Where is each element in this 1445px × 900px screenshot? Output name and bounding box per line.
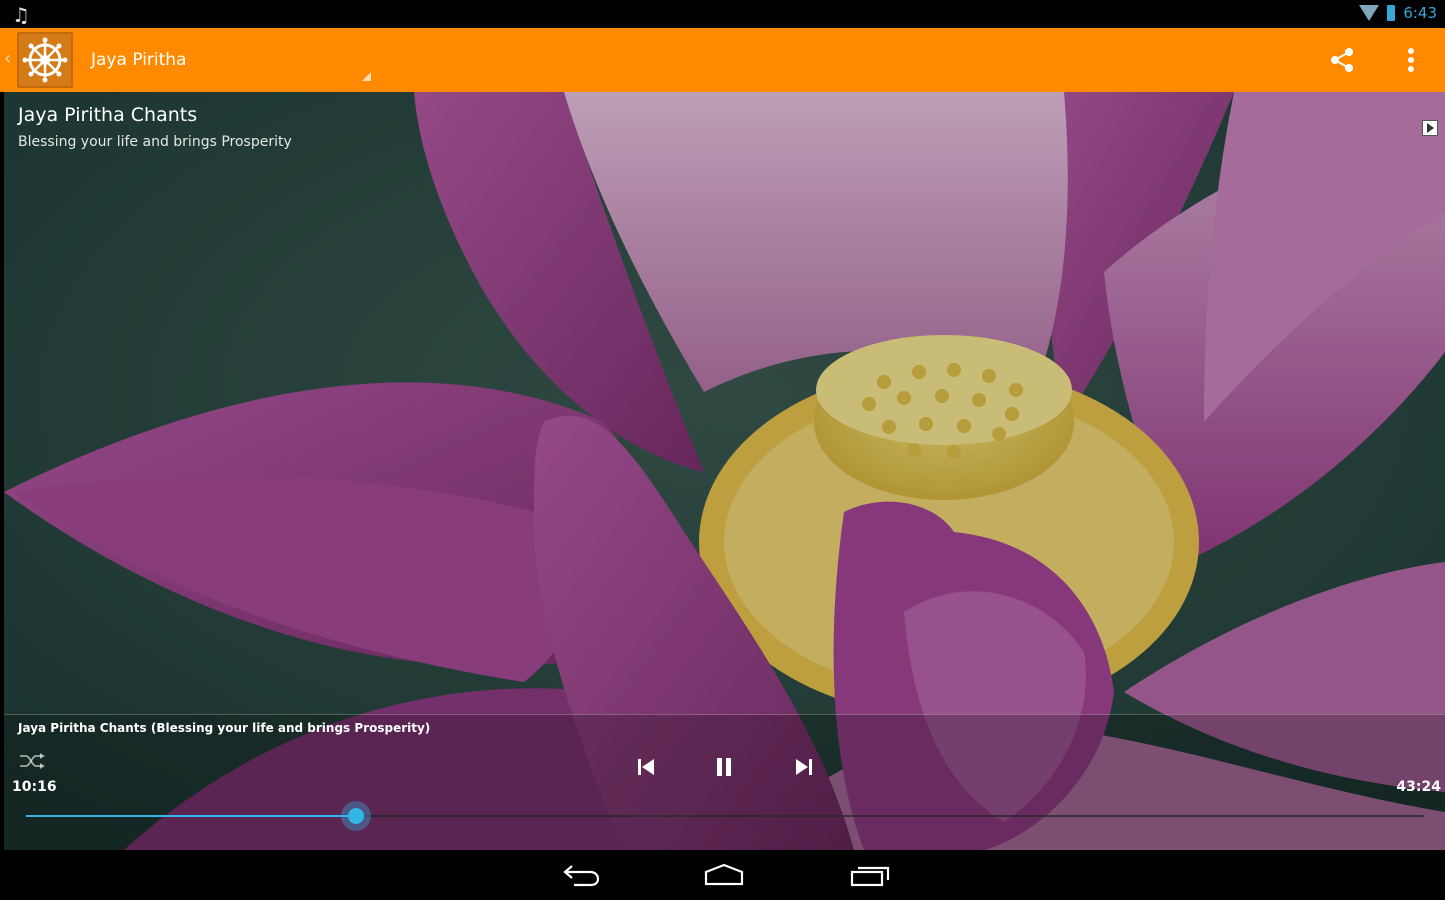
overflow-menu-icon[interactable] bbox=[1398, 44, 1424, 76]
action-bar: ‹ Jaya Piritha bbox=[0, 28, 1445, 92]
seek-thumb[interactable] bbox=[340, 801, 371, 831]
share-icon[interactable] bbox=[1326, 44, 1358, 76]
battery-icon bbox=[1387, 5, 1396, 21]
seek-progress bbox=[26, 815, 356, 817]
home-icon[interactable] bbox=[700, 860, 748, 890]
music-note-icon: ♫ bbox=[12, 3, 30, 27]
wifi-icon bbox=[1359, 5, 1380, 21]
status-bar: ♫ 6:43 bbox=[0, 0, 1445, 28]
back-icon[interactable] bbox=[556, 860, 604, 890]
seek-bar[interactable] bbox=[26, 801, 1424, 831]
up-caret-icon[interactable]: ‹ bbox=[4, 48, 11, 69]
track-subtitle: Blessing your life and brings Prosperity bbox=[18, 134, 292, 150]
track-title: Jaya Piritha Chants bbox=[18, 104, 198, 126]
now-playing-label: Jaya Piritha Chants (Blessing your life … bbox=[18, 721, 431, 735]
player-controls: Jaya Piritha Chants (Blessing your life … bbox=[4, 714, 1445, 850]
dropdown-indicator-icon bbox=[362, 72, 371, 81]
shuffle-icon[interactable] bbox=[18, 751, 46, 771]
elapsed-time: 10:16 bbox=[12, 779, 57, 795]
total-time: 43:24 bbox=[1396, 779, 1441, 795]
status-icons: 6:43 bbox=[1359, 4, 1437, 22]
player-content: Jaya Piritha Chants Blessing your life a… bbox=[4, 92, 1445, 850]
pause-icon[interactable] bbox=[708, 751, 740, 783]
status-time: 6:43 bbox=[1403, 4, 1437, 22]
navigation-bar bbox=[0, 850, 1445, 900]
next-icon[interactable] bbox=[788, 751, 820, 783]
app-title[interactable]: Jaya Piritha bbox=[91, 50, 186, 70]
recents-icon[interactable] bbox=[846, 860, 894, 890]
previous-icon[interactable] bbox=[630, 751, 662, 783]
play-toggle-icon[interactable] bbox=[1422, 120, 1438, 136]
dharma-wheel-icon[interactable] bbox=[17, 32, 73, 88]
